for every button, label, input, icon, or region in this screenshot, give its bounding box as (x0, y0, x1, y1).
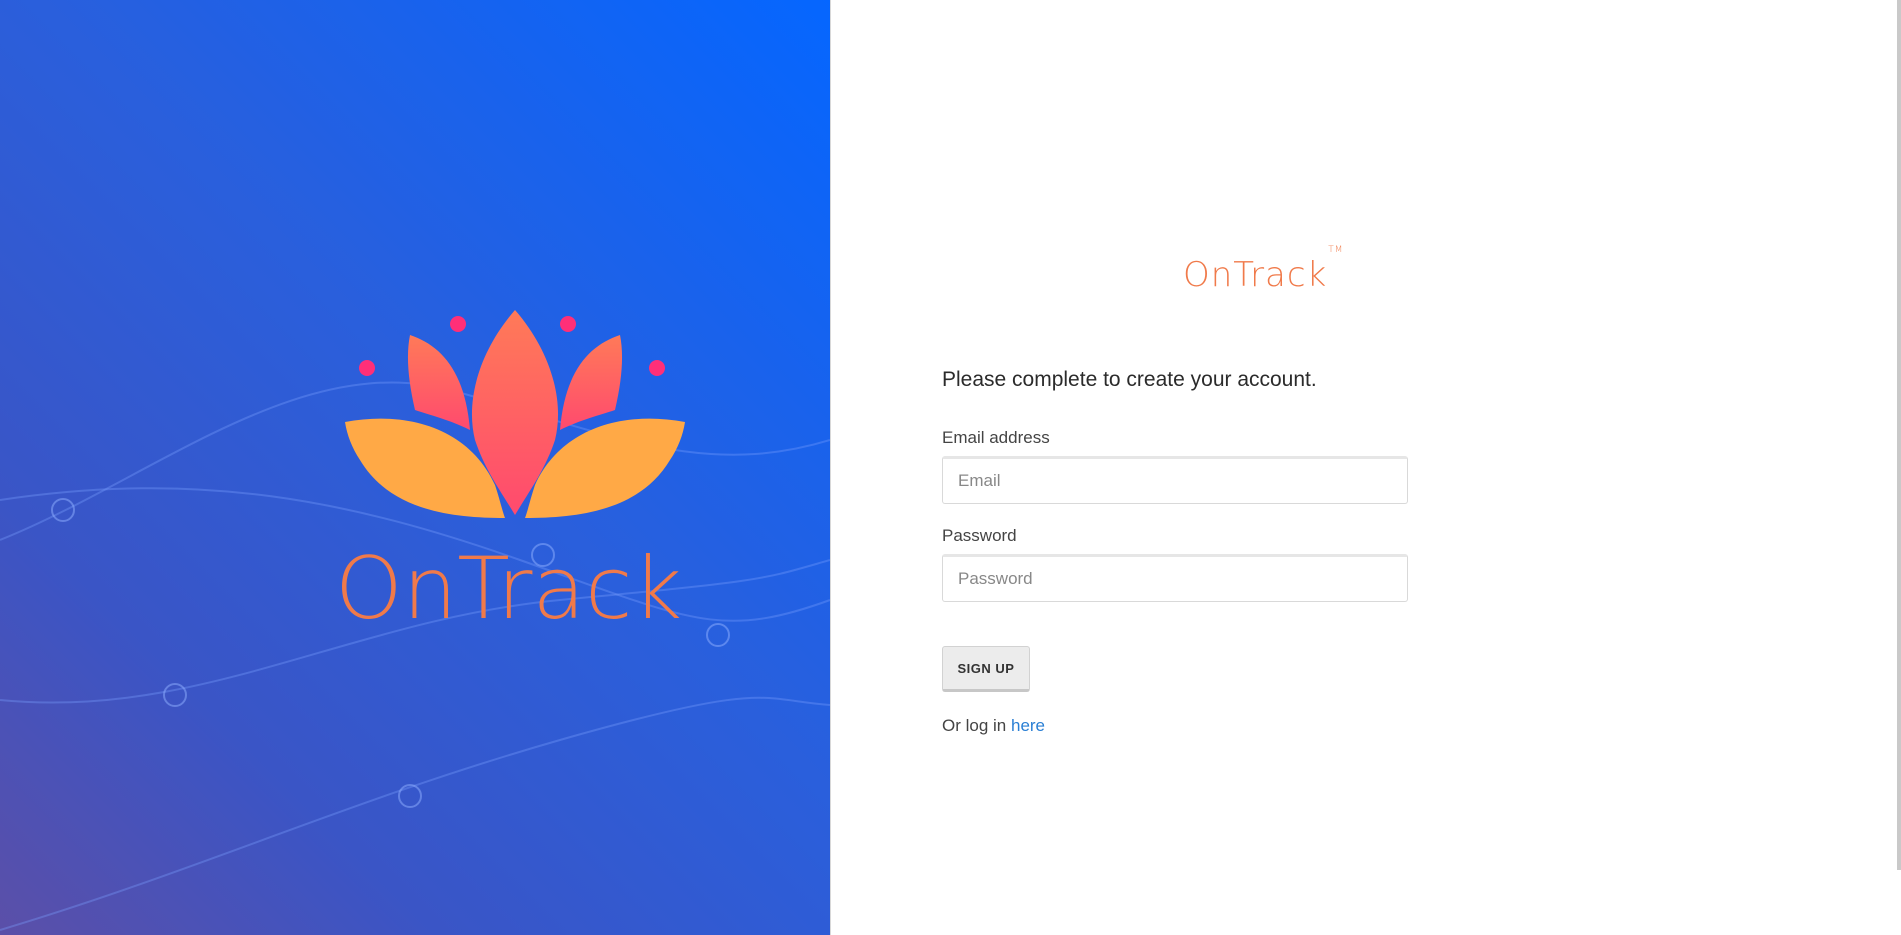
password-input[interactable] (942, 554, 1408, 602)
trademark-symbol: TM (1328, 244, 1344, 255)
password-field-group: Password (942, 526, 1408, 602)
email-label: Email address (942, 428, 1050, 447)
hero-wordmark: OnTrack (335, 539, 682, 630)
email-input[interactable] (942, 456, 1408, 504)
password-label: Password (942, 526, 1017, 545)
hero-panel: OnTrack (0, 0, 830, 935)
signup-panel: OnTrackTM Please complete to create your… (831, 0, 1901, 935)
ontrack-hero-logo: OnTrack (335, 310, 685, 630)
email-field-group: Email address (942, 428, 1408, 504)
page-scrollbar[interactable] (1897, 0, 1901, 870)
ontrack-wordmark: OnTrackTM (1183, 245, 1343, 295)
login-prompt: Or log in here (942, 716, 1408, 736)
wordmark-text: OnTrack (1183, 255, 1328, 295)
login-here-link[interactable]: here (1011, 716, 1045, 735)
sign-up-button[interactable]: SIGN UP (942, 646, 1030, 692)
signup-form: Please complete to create your account. … (942, 368, 1408, 736)
login-prefix: Or log in (942, 716, 1007, 735)
form-heading: Please complete to create your account. (942, 368, 1317, 391)
